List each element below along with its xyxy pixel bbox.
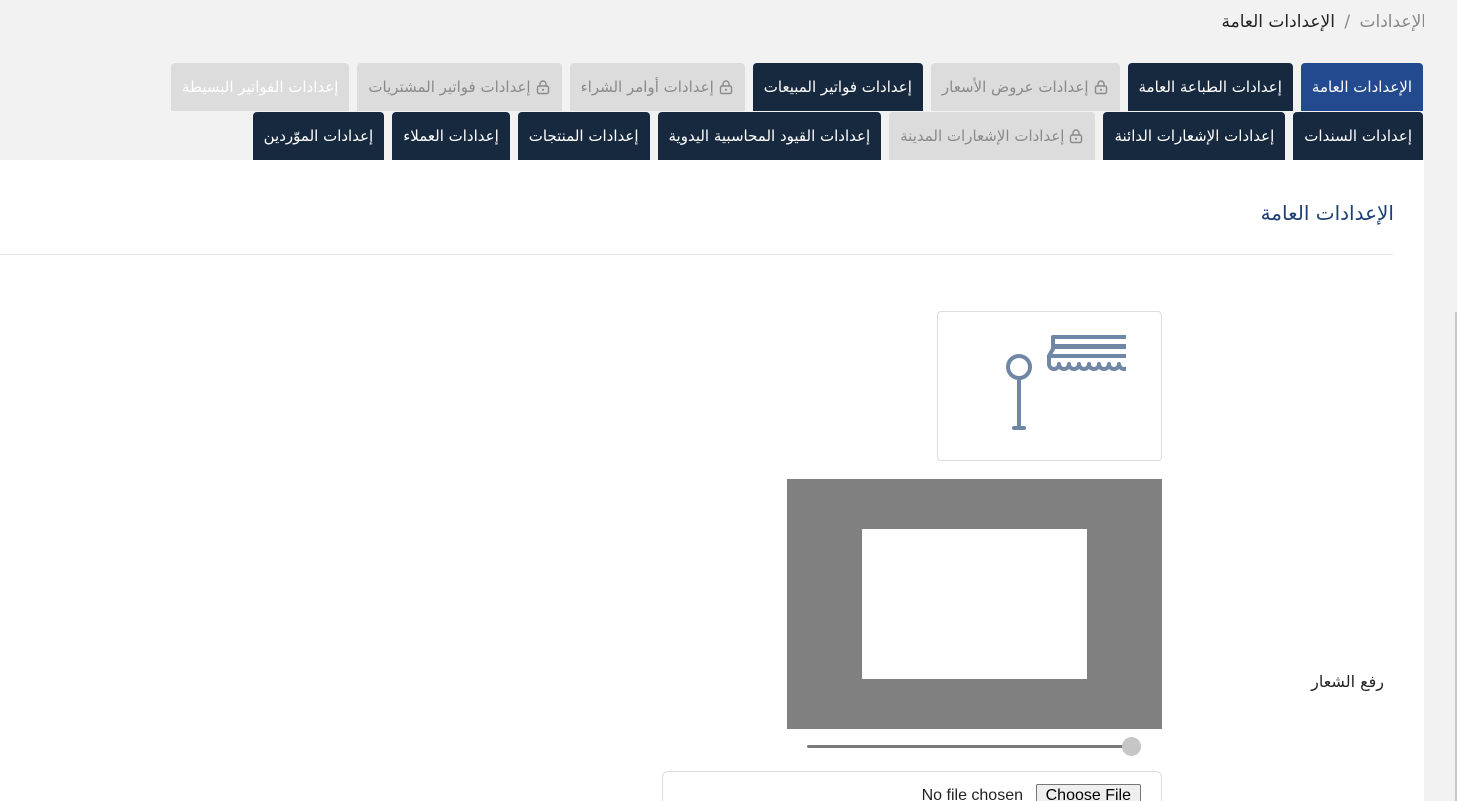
tab-credit-notes-settings[interactable]: إعدادات الإشعارات الدائنة (1103, 112, 1286, 160)
tab-sales-invoices-settings[interactable]: إعدادات فواتير المبيعات (752, 63, 923, 111)
tab-general-settings[interactable]: الإعدادات العامة (1300, 63, 1423, 111)
tab-label: إعدادات الطباعة العامة (1138, 78, 1282, 96)
tab-purchase-invoices-settings[interactable]: إعدادات فواتير المشتريات (357, 63, 562, 111)
tab-print-settings[interactable]: إعدادات الطباعة العامة (1127, 63, 1293, 111)
divider (0, 254, 1393, 255)
choose-file-button[interactable]: Choose File (1035, 784, 1141, 801)
tab-label: إعدادات الفواتير البسيطة (182, 78, 339, 96)
breadcrumb-settings-link[interactable]: الإعدادات (1359, 12, 1426, 32)
lock-icon (536, 80, 549, 95)
tab-label: الإعدادات العامة (1311, 78, 1412, 96)
tab-purchase-orders-settings[interactable]: إعدادات أوامر الشراء (569, 63, 745, 111)
logo-preview (937, 311, 1162, 461)
crop-selection[interactable] (862, 529, 1087, 679)
store-icon (1005, 335, 1126, 430)
file-status: No file chosen (921, 787, 1023, 801)
tab-label: إعدادات المنتجات (528, 127, 639, 145)
settings-tabs-row-2: إعدادات السندات إعدادات الإشعارات الدائن… (252, 112, 1423, 160)
tab-debit-notes-settings[interactable]: إعدادات الإشعارات المدينة (889, 112, 1096, 160)
breadcrumb: الإعدادات / الإعدادات العامة (1222, 12, 1426, 32)
tab-label: إعدادات الموّردين (263, 127, 374, 145)
tab-label: إعدادات فواتير المشتريات (368, 78, 531, 96)
lock-icon (1070, 129, 1083, 144)
lock-icon (1094, 80, 1107, 95)
tab-label: إعدادات عروض الأسعار (941, 78, 1089, 96)
settings-panel (0, 160, 1424, 801)
tab-customers-settings[interactable]: إعدادات العملاء (392, 112, 510, 160)
breadcrumb-current: الإعدادات العامة (1221, 12, 1335, 32)
tab-simple-invoices-settings[interactable]: إعدادات الفواتير البسيطة (171, 63, 350, 111)
tab-suppliers-settings[interactable]: إعدادات الموّردين (252, 112, 385, 160)
tab-label: إعدادات السندات (1304, 127, 1412, 145)
tab-quotations-settings[interactable]: إعدادات عروض الأسعار (930, 63, 1120, 111)
zoom-slider-handle[interactable] (1122, 737, 1141, 756)
tab-label: إعدادات العملاء (403, 127, 499, 145)
tab-journal-entries-settings[interactable]: إعدادات القيود المحاسبية اليدوية (657, 112, 882, 160)
lock-icon (719, 80, 732, 95)
logo-file-input[interactable]: Choose File No file chosen (662, 771, 1162, 801)
tab-vouchers-settings[interactable]: إعدادات السندات (1293, 112, 1423, 160)
settings-tabs-row-1: الإعدادات العامة إعدادات الطباعة العامة … (171, 63, 1423, 111)
tab-label: إعدادات فواتير المبيعات (763, 78, 912, 96)
tab-products-settings[interactable]: إعدادات المنتجات (517, 112, 650, 160)
upload-logo-label: رفع الشعار (1311, 672, 1384, 691)
tab-label: إعدادات أوامر الشراء (580, 78, 714, 96)
logo-crop-area[interactable] (787, 479, 1162, 729)
page-margin (1424, 0, 1457, 801)
tab-label: إعدادات الإشعارات الدائنة (1114, 127, 1275, 145)
section-title: الإعدادات العامة (1260, 201, 1394, 225)
tab-label: إعدادات القيود المحاسبية اليدوية (668, 127, 871, 145)
zoom-slider-track[interactable] (807, 745, 1131, 748)
tab-label: إعدادات الإشعارات المدينة (900, 127, 1065, 145)
breadcrumb-separator: / (1344, 12, 1351, 32)
